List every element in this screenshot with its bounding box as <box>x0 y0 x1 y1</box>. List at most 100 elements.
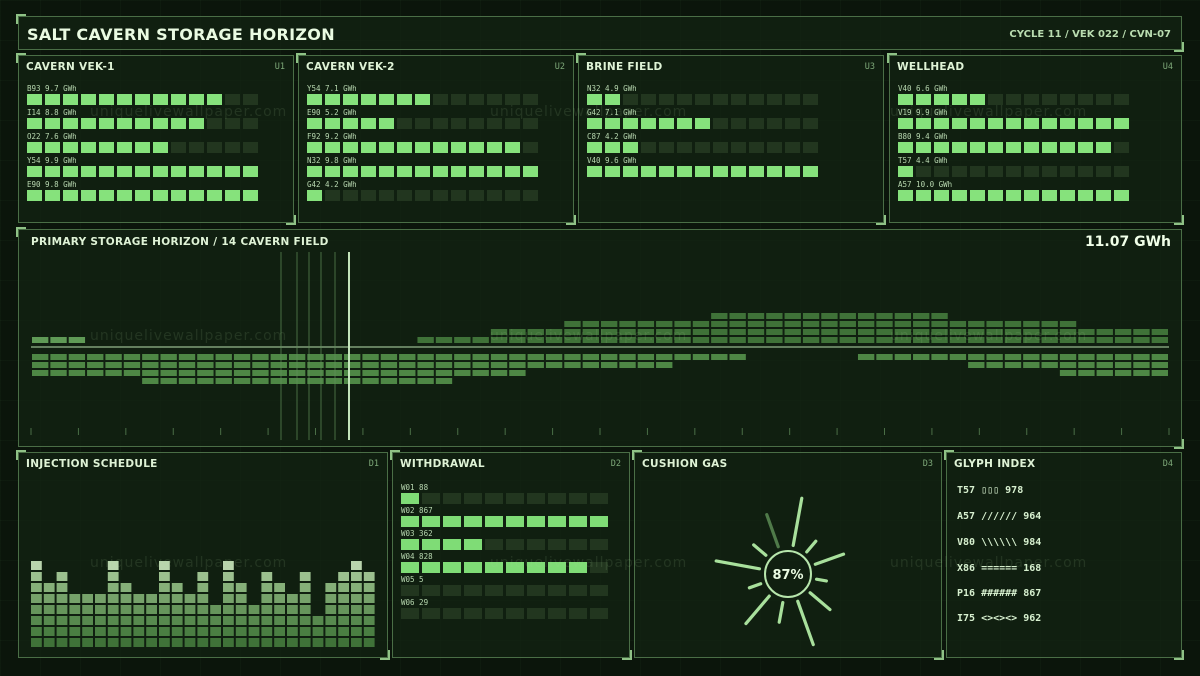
horizon-lower-cell <box>490 354 508 360</box>
horizon-upper-cell <box>931 313 948 319</box>
injection-cell <box>56 605 68 614</box>
level-cell <box>485 608 503 619</box>
level-cell <box>422 516 440 527</box>
injection-cell <box>338 583 349 592</box>
horizon-upper-cell <box>1151 329 1168 335</box>
injection-cell <box>69 627 81 636</box>
horizon-lower-cell <box>1059 370 1077 376</box>
row-label: E90 5.2 GWh <box>307 108 357 117</box>
horizon-lower-cell <box>857 354 875 360</box>
horizon-upper-cell <box>857 313 875 319</box>
level-cell <box>27 118 42 129</box>
horizon-lower-cell <box>509 354 526 360</box>
level-cell <box>207 94 222 105</box>
level-cell <box>225 118 240 129</box>
horizon-upper-cell <box>839 329 856 335</box>
level-cell <box>623 166 638 177</box>
level-cell <box>243 142 258 153</box>
horizon-lower-cell <box>142 370 159 376</box>
level-cell <box>605 118 620 129</box>
level-cell <box>422 539 440 550</box>
horizon-lower-cell <box>619 362 636 368</box>
level-cell <box>401 516 419 527</box>
horizon-upper-cell <box>637 337 655 343</box>
horizon-upper-cell <box>637 321 655 327</box>
horizon-lower-cell <box>454 354 471 360</box>
injection-cell <box>120 638 132 647</box>
horizon-upper-cell <box>711 329 728 335</box>
horizon-upper-cell <box>692 321 710 327</box>
level-cell <box>487 166 502 177</box>
injection-cell <box>197 638 209 647</box>
horizon-lower-cell <box>197 378 214 384</box>
level-cell <box>153 166 168 177</box>
horizon-upper-cell <box>766 321 783 327</box>
gauge-spoke <box>808 591 832 612</box>
injection-cell <box>235 583 247 592</box>
row-label: C87 4.2 GWh <box>587 132 637 141</box>
horizon-lower-cell <box>233 370 251 376</box>
horizon-lower-cell <box>380 370 398 376</box>
level-cell <box>485 493 503 504</box>
injection-cell <box>107 583 119 592</box>
horizon-upper-cell <box>986 329 1003 335</box>
level-cell <box>677 166 692 177</box>
level-cell <box>1096 190 1111 201</box>
level-cell <box>898 94 913 105</box>
horizon-upper-cell <box>821 329 838 335</box>
injection-cell <box>299 594 311 603</box>
level-cell <box>325 190 340 201</box>
level-cell <box>443 608 461 619</box>
level-cell <box>1078 94 1093 105</box>
level-cell <box>485 585 503 596</box>
horizon-upper-cell <box>747 321 765 327</box>
level-cell <box>934 118 949 129</box>
injection-cell <box>299 638 311 647</box>
horizon-upper-cell <box>876 321 893 327</box>
injection-cell <box>325 638 337 647</box>
horizon-lower-cell <box>1004 354 1022 360</box>
horizon-lower-cell <box>1151 370 1168 376</box>
level-cell <box>934 190 949 201</box>
horizon-lower-cell <box>454 362 471 368</box>
level-cell <box>1024 142 1039 153</box>
level-cell <box>1024 118 1039 129</box>
level-cell <box>695 118 710 129</box>
level-cell <box>99 118 114 129</box>
horizon-lower-cell <box>1114 362 1132 368</box>
horizon-upper-cell <box>1004 321 1022 327</box>
level-cell <box>749 94 764 105</box>
level-cell <box>527 608 545 619</box>
horizon-upper-cell <box>931 337 948 343</box>
horizon-lower-cell <box>325 370 343 376</box>
storage-row: A57 10.0 GWh <box>898 180 1129 201</box>
injection-cell <box>171 583 183 592</box>
horizon-lower-cell <box>68 370 86 376</box>
level-cell <box>590 562 608 573</box>
injection-cell <box>287 616 298 625</box>
panel-title: BRINE FIELD <box>586 61 663 73</box>
level-cell <box>361 166 376 177</box>
level-cell <box>713 166 728 177</box>
cushion-gas-gauge: 87% <box>714 496 846 647</box>
level-cell <box>99 190 114 201</box>
level-cell <box>171 166 186 177</box>
injection-cell <box>107 561 119 570</box>
level-cell <box>361 190 376 201</box>
injection-cell <box>363 605 375 614</box>
injection-cell <box>197 627 209 636</box>
horizon-upper-cell <box>857 329 875 335</box>
injection-cell <box>159 561 170 570</box>
horizon-lower-cell <box>582 362 599 368</box>
level-cell <box>587 94 602 105</box>
injection-cell <box>210 638 221 647</box>
injection-cell <box>43 616 55 625</box>
level-cell <box>117 94 132 105</box>
level-cell <box>970 142 985 153</box>
injection-cell <box>363 583 375 592</box>
horizon-upper-cell <box>784 337 801 343</box>
horizon-upper-cell <box>674 329 691 335</box>
level-cell <box>916 118 931 129</box>
injection-cell <box>184 594 196 603</box>
level-cell <box>99 94 114 105</box>
